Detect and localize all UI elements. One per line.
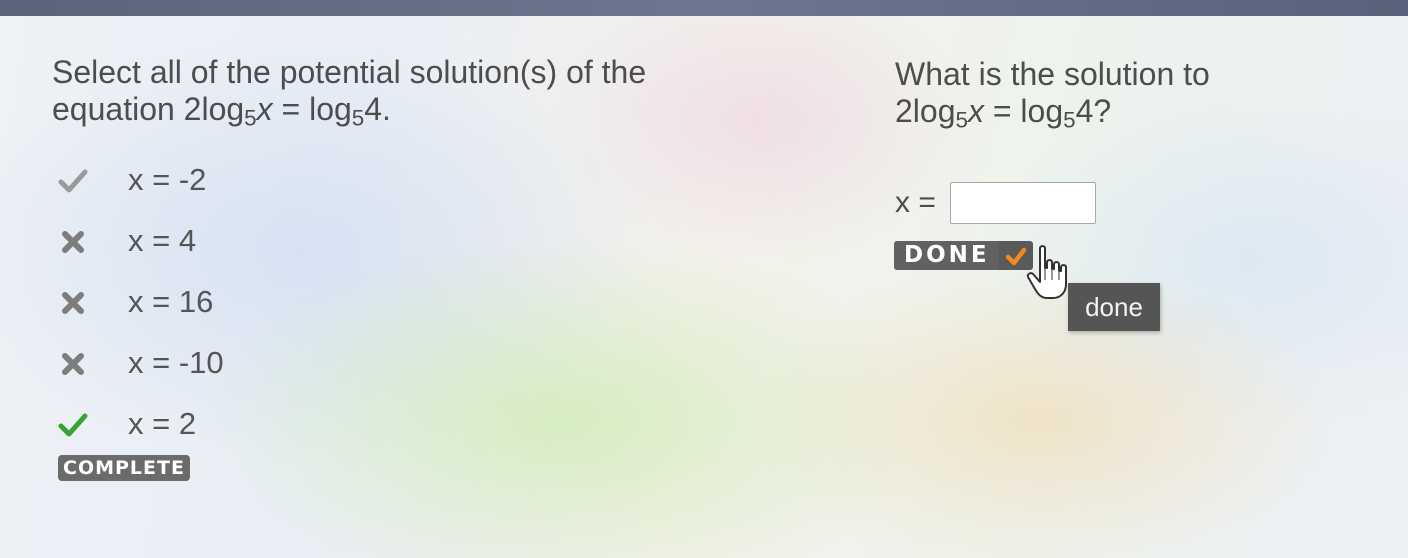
done-button-label: DONE — [894, 241, 999, 270]
hand-cursor-icon — [1026, 245, 1067, 299]
option-item[interactable]: x = 16 — [52, 280, 352, 341]
eq-base: 5 — [955, 107, 968, 133]
option-item[interactable]: x = 4 — [52, 219, 352, 280]
check-icon — [58, 413, 88, 437]
eq-equals: = log — [983, 93, 1064, 129]
eq-rhs-base: 5 — [1063, 107, 1076, 133]
option-label: x = 16 — [128, 284, 214, 319]
eq-rhs-arg: 4 — [364, 91, 383, 127]
question-2-prompt: What is the solution to 2log5x = log54? — [895, 56, 1375, 133]
question-2-prompt-line1: What is the solution to — [895, 56, 1210, 92]
answer-label: x = — [895, 186, 936, 219]
option-item[interactable]: x = 2 — [52, 402, 352, 463]
question-1-prompt: Select all of the potential solution(s) … — [52, 54, 772, 129]
equation: 2log5x = log54. — [183, 91, 391, 129]
question-2-equation: 2log5x = log54? — [895, 93, 1375, 133]
eq-lhs: 2log — [183, 91, 245, 127]
question-2: What is the solution to 2log5x = log54? — [895, 56, 1375, 133]
answer-input[interactable] — [950, 182, 1096, 224]
prompt-prefix: equation — [52, 91, 184, 127]
option-item[interactable]: x = -2 — [52, 158, 352, 219]
option-label: x = -10 — [128, 345, 224, 380]
eq-equals: = log — [272, 91, 352, 127]
question-1: Select all of the potential solution(s) … — [52, 54, 772, 129]
check-icon — [58, 169, 88, 193]
eq-base: 5 — [244, 105, 257, 131]
eq-end: ? — [1093, 93, 1112, 129]
eq-var: x — [256, 91, 273, 127]
question-1-prompt-line2: equation 2log5x = log54. — [52, 91, 772, 129]
eq-rhs-arg: 4 — [1075, 93, 1094, 129]
x-mark-icon — [62, 353, 84, 375]
eq-end: . — [382, 91, 391, 127]
done-button[interactable]: DONE — [894, 241, 1033, 270]
option-item[interactable]: x = -10 — [52, 341, 352, 402]
complete-badge: COMPLETE — [58, 455, 190, 481]
top-bar — [0, 0, 1408, 16]
option-label: x = -2 — [128, 162, 207, 197]
x-mark-icon — [62, 292, 84, 314]
answer-options: x = -2 x = 4 x = 16 x = -10 x = 2 — [52, 158, 352, 463]
option-label: x = 4 — [128, 223, 197, 258]
option-label: x = 2 — [128, 406, 197, 441]
eq-lhs: 2log — [895, 93, 956, 129]
eq-rhs-base: 5 — [351, 105, 365, 131]
eq-var: x — [967, 93, 984, 129]
tooltip: done — [1068, 283, 1160, 331]
question-1-prompt-line1: Select all of the potential solution(s) … — [52, 54, 647, 90]
x-mark-icon — [62, 231, 84, 253]
